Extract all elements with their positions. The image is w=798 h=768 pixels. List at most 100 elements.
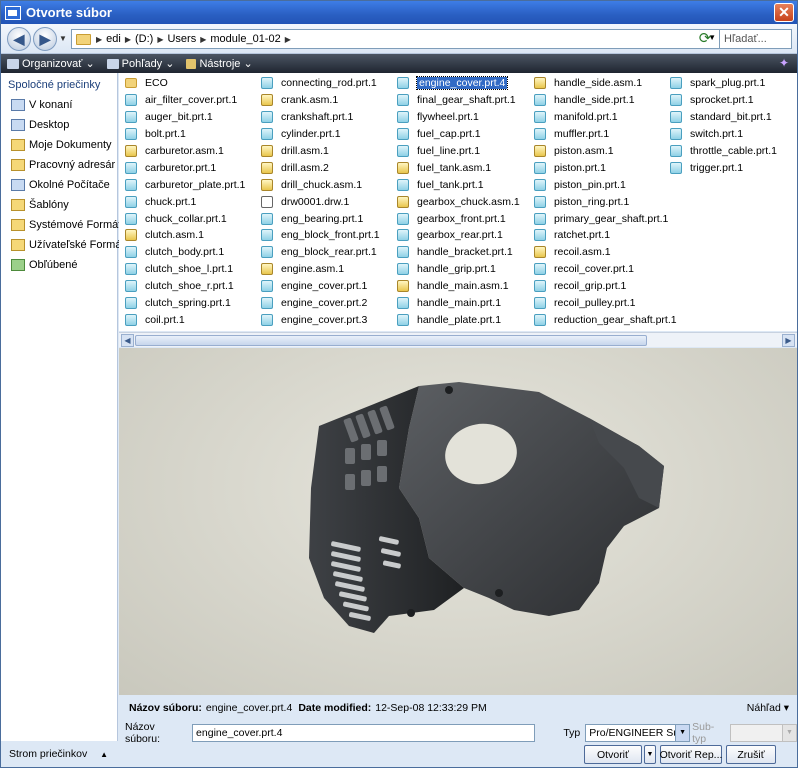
file-item[interactable]: engine_cover.prt.4 <box>397 75 520 92</box>
file-item[interactable]: throttle_cable.prt.1 <box>670 143 777 160</box>
file-item[interactable]: bolt.prt.1 <box>125 126 245 143</box>
type-select[interactable]: Pro/ENGINEER Súbor ▼ <box>585 724 691 742</box>
file-item[interactable]: sprocket.prt.1 <box>670 92 777 109</box>
file-item[interactable]: ECO <box>125 75 245 92</box>
file-item[interactable]: handle_plate.prt.1 <box>397 311 520 328</box>
file-item[interactable]: clutch_spring.prt.1 <box>125 295 245 312</box>
file-item[interactable]: reduction_gear_shaft.prt.1 <box>534 311 677 328</box>
file-item[interactable]: handle_main.prt.1 <box>397 295 520 312</box>
file-item[interactable]: engine_cover.prt.2 <box>261 295 380 312</box>
file-item[interactable]: final_gear_shaft.prt.1 <box>397 92 520 109</box>
file-item[interactable]: engine.asm.1 <box>261 261 380 278</box>
file-item[interactable]: chuck_collar.prt.1 <box>125 210 245 227</box>
horizontal-scrollbar[interactable]: ◀ ▶ <box>119 332 797 347</box>
file-item[interactable]: carburetor_plate.prt.1 <box>125 176 245 193</box>
file-item[interactable]: eng_block_front.prt.1 <box>261 227 380 244</box>
cancel-button[interactable]: Zrušiť <box>726 745 776 764</box>
file-item[interactable]: fuel_tank.asm.1 <box>397 159 520 176</box>
file-item[interactable]: handle_side.asm.1 <box>534 75 677 92</box>
file-item[interactable]: auger_bit.prt.1 <box>125 109 245 126</box>
file-item[interactable]: gearbox_chuck.asm.1 <box>397 193 520 210</box>
chevron-down-icon[interactable]: ▼ <box>675 725 690 741</box>
file-item[interactable]: recoil.asm.1 <box>534 244 677 261</box>
chevron-right-icon[interactable]: ▶ <box>285 35 291 44</box>
sidebar-item-in-session[interactable]: V konaní <box>1 95 117 115</box>
breadcrumb-item[interactable]: module_01-02 <box>210 33 280 45</box>
back-button[interactable]: ◀ <box>7 27 31 51</box>
chevron-right-icon[interactable]: ▶ <box>157 35 163 44</box>
breadcrumb-item[interactable]: (D:) <box>135 33 153 45</box>
forward-button[interactable]: ▶ <box>33 27 57 51</box>
file-item[interactable]: primary_gear_shaft.prt.1 <box>534 210 677 227</box>
file-item[interactable]: connecting_rod.prt.1 <box>261 75 380 92</box>
close-button[interactable]: ✕ <box>774 3 794 22</box>
file-item[interactable]: carburetor.prt.1 <box>125 159 245 176</box>
scroll-right-button[interactable]: ▶ <box>782 334 795 347</box>
file-item[interactable]: crank.asm.1 <box>261 92 380 109</box>
sidebar-item-network[interactable]: Okolné Počítače <box>1 175 117 195</box>
file-item[interactable]: piston.asm.1 <box>534 143 677 160</box>
file-item[interactable]: piston_ring.prt.1 <box>534 193 677 210</box>
file-item[interactable]: handle_bracket.prt.1 <box>397 244 520 261</box>
file-item[interactable]: drill.asm.1 <box>261 143 380 160</box>
file-item[interactable]: clutch_shoe_l.prt.1 <box>125 261 245 278</box>
file-item[interactable]: muffler.prt.1 <box>534 126 677 143</box>
chevron-right-icon[interactable]: ▶ <box>200 35 206 44</box>
file-name-field[interactable] <box>192 724 536 742</box>
file-item[interactable]: switch.prt.1 <box>670 126 777 143</box>
file-item[interactable]: eng_block_rear.prt.1 <box>261 244 380 261</box>
file-item[interactable]: recoil_cover.prt.1 <box>534 261 677 278</box>
file-item[interactable]: manifold.prt.1 <box>534 109 677 126</box>
views-menu[interactable]: Pohľady ⌄ <box>106 57 174 70</box>
sidebar-item-my-documents[interactable]: Moje Dokumenty <box>1 135 117 155</box>
help-icon[interactable]: ✦ <box>779 56 789 70</box>
sidebar-item-system-formats[interactable]: Systémové Formáty <box>1 215 127 235</box>
open-button[interactable]: Otvoriť <box>584 745 642 764</box>
preview-toggle[interactable]: Náhľad ▾ <box>747 702 789 714</box>
history-dropdown-icon[interactable]: ▼ <box>59 34 67 43</box>
file-item[interactable]: chuck.prt.1 <box>125 193 245 210</box>
chevron-right-icon[interactable]: ▶ <box>125 35 131 44</box>
tools-menu[interactable]: Nástroje ⌄ <box>186 57 253 70</box>
file-item[interactable]: piston_pin.prt.1 <box>534 176 677 193</box>
sidebar-item-desktop[interactable]: Desktop <box>1 115 117 135</box>
file-item[interactable]: gearbox_rear.prt.1 <box>397 227 520 244</box>
file-item[interactable]: engine_cover.prt.1 <box>261 278 380 295</box>
chevron-up-icon[interactable]: ▲ <box>100 750 108 759</box>
open-rep-button[interactable]: Otvoriť Rep... <box>660 745 722 764</box>
file-item[interactable]: handle_grip.prt.1 <box>397 261 520 278</box>
file-item[interactable]: drw0001.drw.1 <box>261 193 380 210</box>
file-item[interactable]: fuel_line.prt.1 <box>397 143 520 160</box>
model-preview[interactable] <box>119 348 797 695</box>
folder-tree-toggle[interactable]: Strom priečinkov ▲ <box>1 741 118 767</box>
search-input[interactable]: Hľadať... <box>719 29 792 49</box>
file-item[interactable]: drill_chuck.asm.1 <box>261 176 380 193</box>
file-item[interactable]: recoil_grip.prt.1 <box>534 278 677 295</box>
file-item[interactable]: handle_main.asm.1 <box>397 278 520 295</box>
organize-menu[interactable]: Organizovať ⌄ <box>7 57 95 70</box>
file-item[interactable]: recoil_pulley.prt.1 <box>534 295 677 312</box>
file-item[interactable]: drill.asm.2 <box>261 159 380 176</box>
file-item[interactable]: flywheel.prt.1 <box>397 109 520 126</box>
scrollbar-thumb[interactable] <box>135 335 647 346</box>
file-item[interactable]: engine_cover.prt.3 <box>261 311 380 328</box>
file-item[interactable]: clutch.asm.1 <box>125 227 245 244</box>
file-item[interactable]: air_filter_cover.prt.1 <box>125 92 245 109</box>
file-item[interactable]: gearbox_front.prt.1 <box>397 210 520 227</box>
chevron-right-icon[interactable]: ▶ <box>96 35 102 44</box>
sidebar-item-templates[interactable]: Šablóny <box>1 195 117 215</box>
file-item[interactable]: carburetor.asm.1 <box>125 143 245 160</box>
file-item[interactable]: coil.prt.1 <box>125 311 245 328</box>
file-item[interactable]: cylinder.prt.1 <box>261 126 380 143</box>
address-bar[interactable]: ▶ edi ▶ (D:) ▶ Users ▶ module_01-02 ▶ ▼ <box>71 29 721 49</box>
file-item[interactable]: standard_bit.prt.1 <box>670 109 777 126</box>
sidebar-item-user-formats[interactable]: Užívateľské Formáty <box>1 235 130 255</box>
scroll-left-button[interactable]: ◀ <box>121 334 134 347</box>
file-item[interactable]: fuel_tank.prt.1 <box>397 176 520 193</box>
breadcrumb-item[interactable]: edi <box>106 33 121 45</box>
file-item[interactable]: clutch_body.prt.1 <box>125 244 245 261</box>
file-item[interactable]: ratchet.prt.1 <box>534 227 677 244</box>
file-item[interactable]: clutch_shoe_r.prt.1 <box>125 278 245 295</box>
file-item[interactable]: trigger.prt.1 <box>670 159 777 176</box>
open-dropdown-button[interactable]: ▼ <box>644 745 656 764</box>
